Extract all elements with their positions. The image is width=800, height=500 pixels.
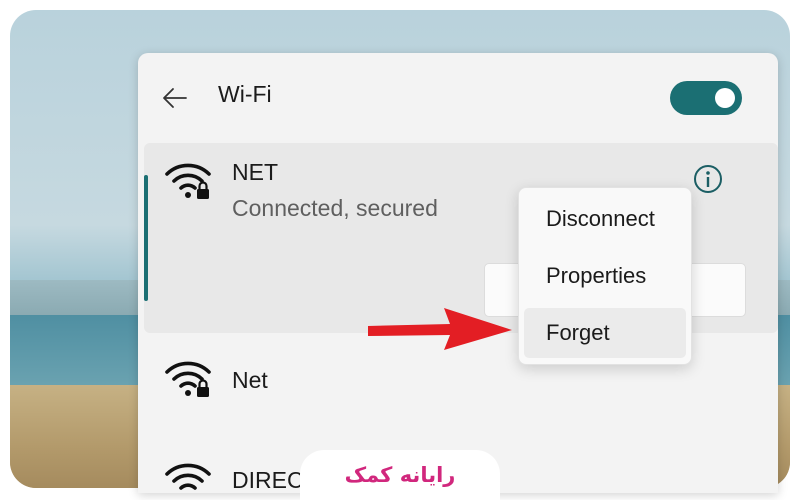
- wifi-secured-icon: [165, 361, 211, 397]
- panel-title: Wi-Fi: [218, 81, 272, 107]
- network-name[interactable]: Net: [232, 367, 268, 394]
- wifi-secured-icon: [165, 463, 211, 490]
- wifi-toggle[interactable]: [670, 81, 742, 115]
- back-button[interactable]: [160, 83, 190, 113]
- menu-item-properties[interactable]: Properties: [524, 251, 686, 301]
- back-arrow-icon: [163, 88, 187, 108]
- info-icon[interactable]: [692, 163, 724, 195]
- wifi-panel-header: Wi-Fi: [138, 53, 778, 141]
- toggle-knob: [715, 88, 735, 108]
- watermark-logo: رایانه کمک: [300, 450, 500, 500]
- menu-item-forget[interactable]: Forget: [524, 308, 686, 358]
- network-name: NET: [232, 159, 278, 185]
- menu-item-disconnect[interactable]: Disconnect: [524, 194, 686, 244]
- network-status: Connected, secured: [232, 195, 438, 221]
- red-arrow-pointer: [368, 308, 512, 350]
- context-menu: Disconnect Properties Forget: [518, 187, 692, 365]
- wifi-panel: Wi-Fi NET Connected, secured Net DIRECT …: [138, 53, 778, 493]
- active-indicator: [144, 175, 148, 301]
- wifi-secured-icon: [165, 163, 211, 199]
